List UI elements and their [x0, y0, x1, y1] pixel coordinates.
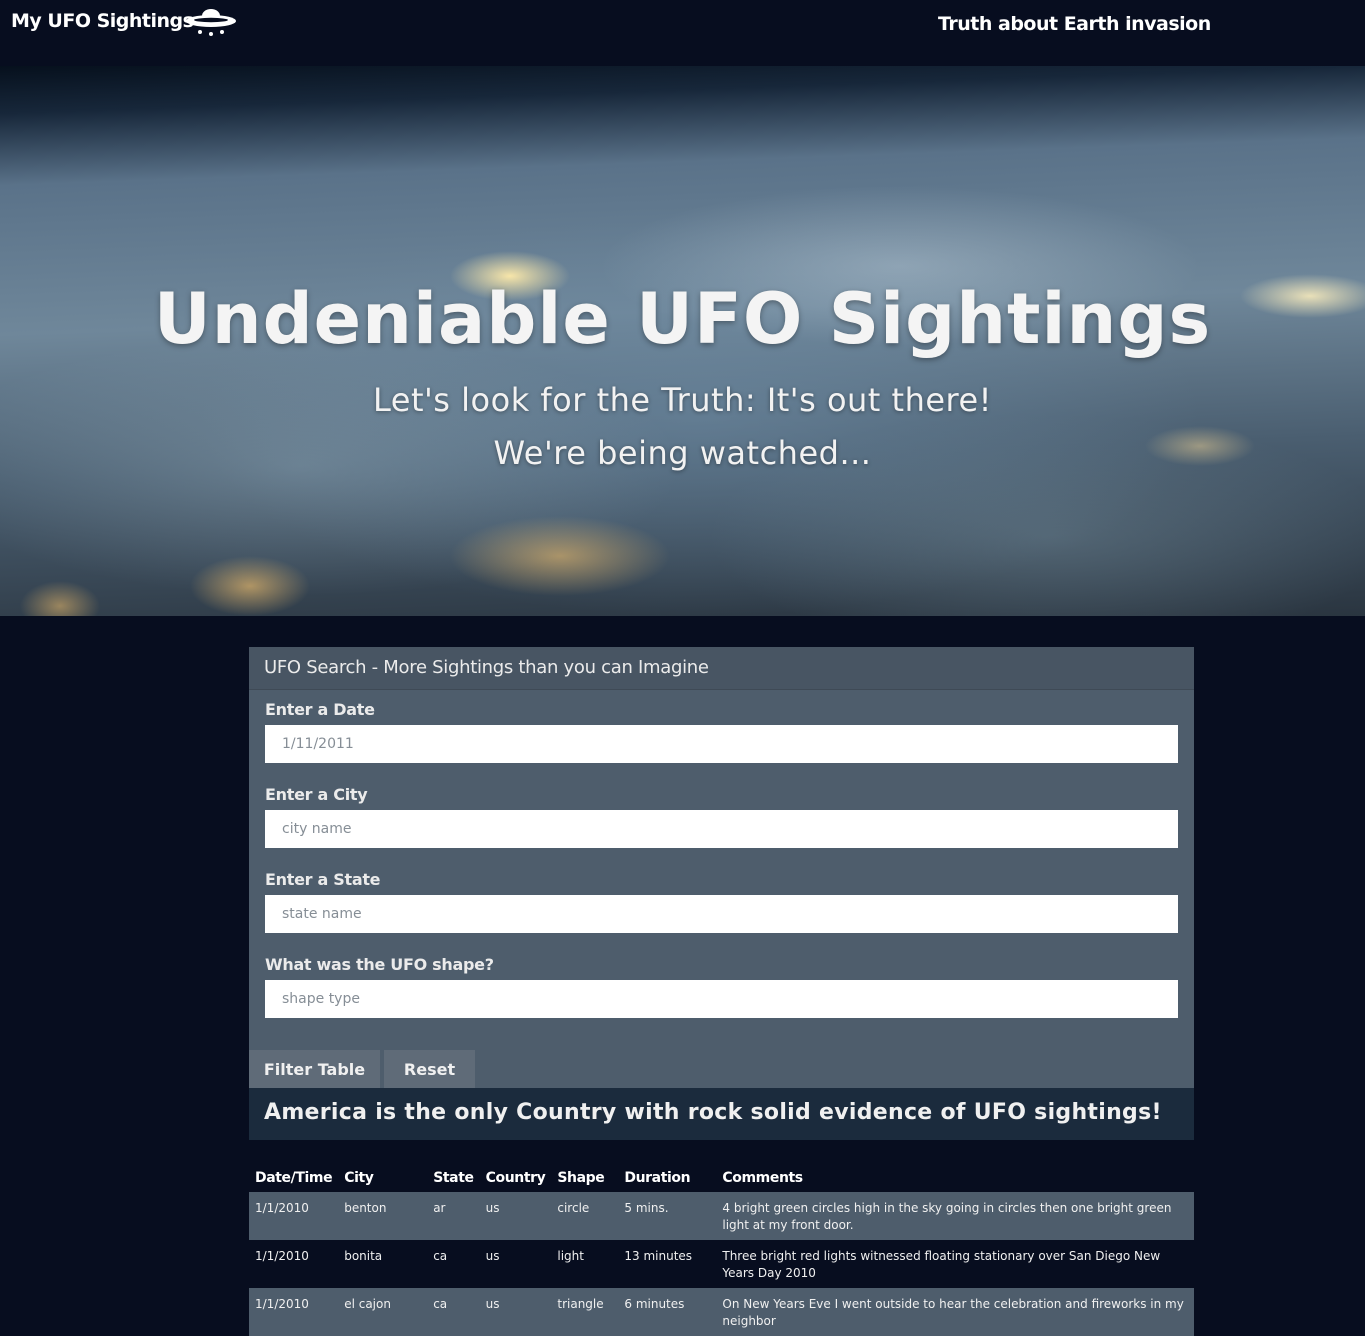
cell-datetime: 1/1/2010 — [249, 1288, 339, 1336]
evidence-banner-text: America is the only Country with rock so… — [264, 1100, 1162, 1125]
filter-panel: UFO Search - More Sightings than you can… — [249, 647, 1194, 1088]
shape-input[interactable] — [265, 980, 1178, 1018]
cell-country: us — [479, 1240, 552, 1288]
table-row: 1/1/2010 benton ar us circle 5 mins. 4 b… — [249, 1192, 1194, 1240]
column-header-state[interactable]: State — [427, 1160, 479, 1192]
cell-state: ca — [427, 1240, 480, 1288]
cell-country: us — [479, 1288, 552, 1336]
cell-comments: On New Years Eve I went outside to hear … — [716, 1288, 1194, 1336]
reset-button[interactable]: Reset — [384, 1050, 475, 1088]
city-label: Enter a City — [265, 785, 368, 804]
ufo-icon — [186, 9, 236, 36]
hero-subtitle-2: We're being watched... — [493, 434, 872, 472]
filter-panel-title: UFO Search - More Sightings than you can… — [264, 657, 709, 678]
cell-comments: 4 bright green circles high in the sky g… — [716, 1192, 1194, 1240]
navbar: My UFO Sightings Truth about Earth invas… — [0, 0, 1365, 66]
cell-city: benton — [338, 1192, 428, 1240]
table-row: 1/1/2010 bonita ca us light 13 minutes T… — [249, 1240, 1194, 1288]
cell-comments: Three bright red lights witnessed floati… — [716, 1240, 1194, 1288]
shape-label: What was the UFO shape? — [265, 955, 494, 974]
hero-banner: Undeniable UFO Sightings Let's look for … — [0, 66, 1365, 616]
column-header-duration[interactable]: Duration — [618, 1160, 716, 1192]
column-header-shape[interactable]: Shape — [551, 1160, 618, 1192]
cell-duration: 5 mins. — [618, 1192, 717, 1240]
table-row: 1/1/2010 el cajon ca us triangle 6 minut… — [249, 1288, 1194, 1336]
cell-state: ca — [427, 1288, 480, 1336]
table-header-row: Date/Time City State Country Shape Durat… — [249, 1160, 1194, 1192]
sightings-table: Date/Time City State Country Shape Durat… — [249, 1160, 1194, 1336]
city-input[interactable] — [265, 810, 1178, 848]
date-input[interactable] — [265, 725, 1178, 763]
cell-shape: triangle — [551, 1288, 619, 1336]
sightings-table-container: Date/Time City State Country Shape Durat… — [249, 1160, 1194, 1336]
filter-panel-header: UFO Search - More Sightings than you can… — [249, 647, 1194, 690]
cell-datetime: 1/1/2010 — [249, 1192, 339, 1240]
cell-city: el cajon — [338, 1288, 428, 1336]
state-label: Enter a State — [265, 870, 381, 889]
cell-shape: circle — [551, 1192, 619, 1240]
column-header-country[interactable]: Country — [480, 1160, 552, 1192]
nav-link-earth-invasion[interactable]: Truth about Earth invasion — [938, 13, 1211, 35]
cell-state: ar — [427, 1192, 480, 1240]
hero-subtitle: Let's look for the Truth: It's out there… — [373, 381, 992, 419]
column-header-city[interactable]: City — [338, 1160, 427, 1192]
cell-city: bonita — [338, 1240, 428, 1288]
hero-title: Undeniable UFO Sightings — [153, 278, 1212, 360]
brand-link[interactable]: My UFO Sightings — [11, 10, 194, 32]
column-header-datetime[interactable]: Date/Time — [249, 1160, 338, 1192]
cell-country: us — [479, 1192, 552, 1240]
cell-duration: 6 minutes — [618, 1288, 717, 1336]
evidence-banner: America is the only Country with rock so… — [249, 1088, 1194, 1140]
cell-datetime: 1/1/2010 — [249, 1240, 339, 1288]
cell-duration: 13 minutes — [618, 1240, 717, 1288]
state-input[interactable] — [265, 895, 1178, 933]
date-label: Enter a Date — [265, 700, 375, 719]
cell-shape: light — [551, 1240, 619, 1288]
column-header-comments[interactable]: Comments — [716, 1160, 1194, 1192]
filter-table-button[interactable]: Filter Table — [249, 1050, 380, 1088]
